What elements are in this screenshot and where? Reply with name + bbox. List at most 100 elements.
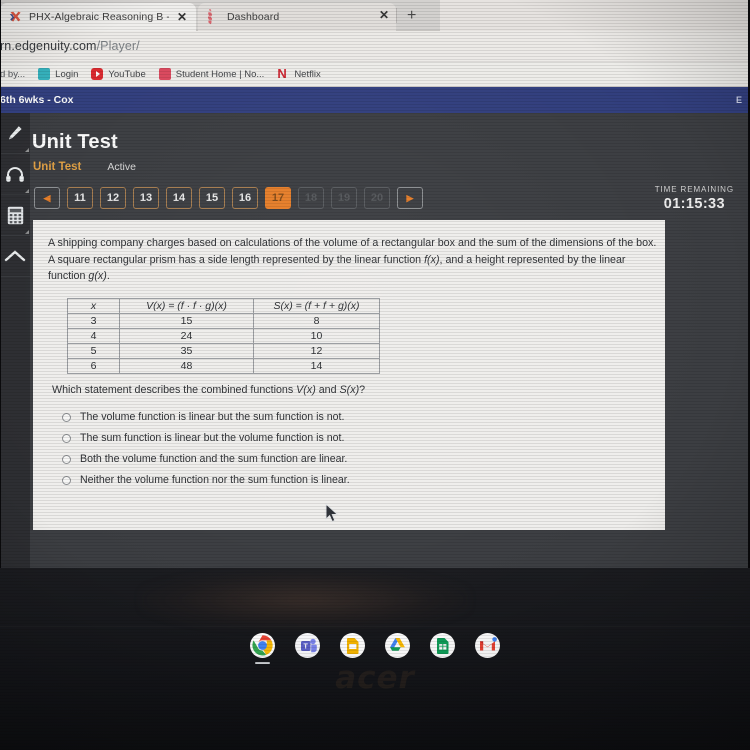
tool-rail (0, 113, 30, 568)
x-logo-icon (9, 11, 22, 24)
cell-vx: 15 (119, 312, 254, 329)
cell-x: 3 (67, 312, 120, 329)
question-card: A shipping company charges based on calc… (33, 220, 665, 530)
laptop-deck: T acer (0, 568, 750, 750)
prompt-text-1: Which statement describes the combined f… (52, 383, 297, 396)
url-domain: rn.edgenuity.com (0, 39, 97, 53)
answer-choice-label: Both the volume function and the sum fun… (80, 453, 348, 465)
cell-sx: 10 (253, 327, 380, 344)
table-row: 5 35 12 (67, 342, 380, 359)
pager-item-12[interactable]: 12 (100, 187, 126, 209)
laptop-photo: PHX-Algebraic Reasoning B - 6t ✕ Dashboa… (0, 0, 750, 750)
corner-marker (25, 148, 29, 152)
taskbar-app-google-sheets[interactable] (430, 632, 455, 658)
page-title: Unit Test (32, 131, 118, 153)
bookmark-folder[interactable]: d by... (0, 69, 25, 80)
audio-tool[interactable] (0, 154, 30, 195)
close-icon[interactable]: ✕ (176, 11, 188, 23)
answer-choice-2[interactable]: The sum function is linear but the volum… (62, 428, 647, 449)
bookmark-label: Student Home | No... (175, 68, 265, 80)
answer-choice-label: The sum function is linear but the volum… (80, 432, 345, 444)
pager-prev-button[interactable]: ◀ (34, 187, 60, 209)
answer-choice-1[interactable]: The volume function is linear but the su… (62, 407, 647, 428)
time-remaining-label: TIME REMAINING (654, 185, 734, 194)
status-badge: Active (107, 161, 136, 173)
chromebook-screen: PHX-Algebraic Reasoning B - 6t ✕ Dashboa… (0, 0, 750, 568)
radio-button[interactable] (62, 433, 71, 443)
hand-reflection (140, 570, 470, 630)
pager-item-13[interactable]: 13 (133, 187, 159, 209)
url-text[interactable]: rn.edgenuity.com/Player/ (0, 39, 140, 53)
omnibox-row: rn.edgenuity.com/Player/ (0, 31, 750, 62)
highlighter-tool[interactable] (0, 113, 30, 154)
cell-sx: 12 (253, 342, 380, 359)
cell-x: 4 (67, 327, 120, 344)
pager-item-17-current[interactable]: 17 (265, 187, 291, 209)
cell-x: 6 (67, 357, 120, 374)
taskbar-app-gmail[interactable] (475, 632, 500, 658)
tab-title: Dashboard (227, 11, 280, 23)
taskbar-app-chrome[interactable] (250, 632, 275, 664)
assignment-name: Unit Test (33, 161, 82, 173)
prompt-sx: S(x) (339, 383, 360, 396)
bookmark-youtube[interactable]: YouTube (91, 68, 146, 80)
screen-bezel-left (0, 0, 1, 568)
taskbar-app-google-drive[interactable] (385, 632, 410, 658)
radio-button[interactable] (62, 454, 71, 464)
answer-choice-label: Neither the volume function nor the sum … (80, 474, 350, 486)
cell-vx: 48 (119, 357, 254, 374)
stem-fx: f(x) (424, 253, 440, 266)
stem-gx: g(x) (88, 270, 107, 282)
answer-choice-label: The volume function is linear but the su… (80, 411, 345, 423)
time-remaining: TIME REMAINING 01:15:33 (655, 185, 734, 212)
pager-item-15[interactable]: 15 (199, 187, 225, 209)
bookmark-label: d by... (0, 68, 26, 80)
pager-next-button[interactable]: ▶ (397, 187, 423, 209)
pager-item-11[interactable]: 11 (67, 187, 93, 209)
new-tab-button[interactable]: + (407, 7, 416, 25)
radio-button[interactable] (62, 412, 71, 422)
bookmark-netflix[interactable]: Netflix (277, 68, 320, 80)
bookmark-student-home[interactable]: Student Home | No... (158, 68, 265, 80)
prompt-text-end: ? (359, 383, 366, 396)
pager-item-19: 19 (331, 187, 357, 209)
column-header-x: x (67, 297, 120, 314)
pager-item-18: 18 (298, 187, 324, 209)
mouse-cursor (325, 503, 339, 523)
calculator-icon (7, 206, 23, 224)
tab-divider (396, 8, 397, 23)
column-header-sx: S(x) = (f + f + g)(x) (253, 297, 380, 314)
youtube-icon (91, 68, 104, 80)
course-bar-right[interactable]: E (736, 95, 742, 105)
answer-choice-3[interactable]: Both the volume function and the sum fun… (62, 449, 647, 470)
table-header-row: x V(x) = (f · f · g)(x) S(x) = (f + f + … (67, 297, 380, 314)
pager-item-20: 20 (364, 187, 390, 209)
radio-button[interactable] (62, 475, 71, 485)
column-header-vx: V(x) = (f · f · g)(x) (119, 297, 254, 314)
calculator-tool[interactable] (0, 195, 30, 236)
bookmark-login[interactable]: Login (38, 68, 78, 80)
taskbar-app-google-slides[interactable] (340, 632, 365, 658)
taskbar-app-microsoft-teams[interactable]: T (295, 632, 320, 658)
highlighter-icon (9, 126, 22, 140)
cell-vx: 35 (119, 342, 254, 359)
bookmarks-bar: d by... Login YouTube Student Home | No.… (0, 62, 750, 87)
bookmark-label: Login (55, 68, 79, 80)
tab-strip-filler (440, 0, 750, 31)
pager-item-14[interactable]: 14 (166, 187, 192, 209)
browser-tab-active[interactable]: PHX-Algebraic Reasoning B - 6t ✕ (0, 3, 196, 31)
table-row: 6 48 14 (67, 357, 380, 374)
browser-tab-strip: PHX-Algebraic Reasoning B - 6t ✕ Dashboa… (0, 0, 750, 31)
laptop-brand-logo: acer (335, 660, 415, 696)
collapse-tool[interactable] (0, 236, 30, 277)
bookmark-label: Netflix (294, 68, 321, 80)
close-icon[interactable]: ✕ (378, 9, 390, 21)
question-prompt: Which statement describes the combined f… (52, 384, 647, 396)
cell-sx: 8 (253, 312, 380, 329)
corner-marker (25, 230, 29, 234)
cell-x: 5 (67, 342, 120, 359)
browser-tab-dashboard[interactable]: Dashboard (198, 3, 396, 31)
answer-choice-4[interactable]: Neither the volume function nor the sum … (62, 470, 647, 491)
url-path: /Player/ (96, 39, 140, 53)
pager-item-16[interactable]: 16 (232, 187, 258, 209)
